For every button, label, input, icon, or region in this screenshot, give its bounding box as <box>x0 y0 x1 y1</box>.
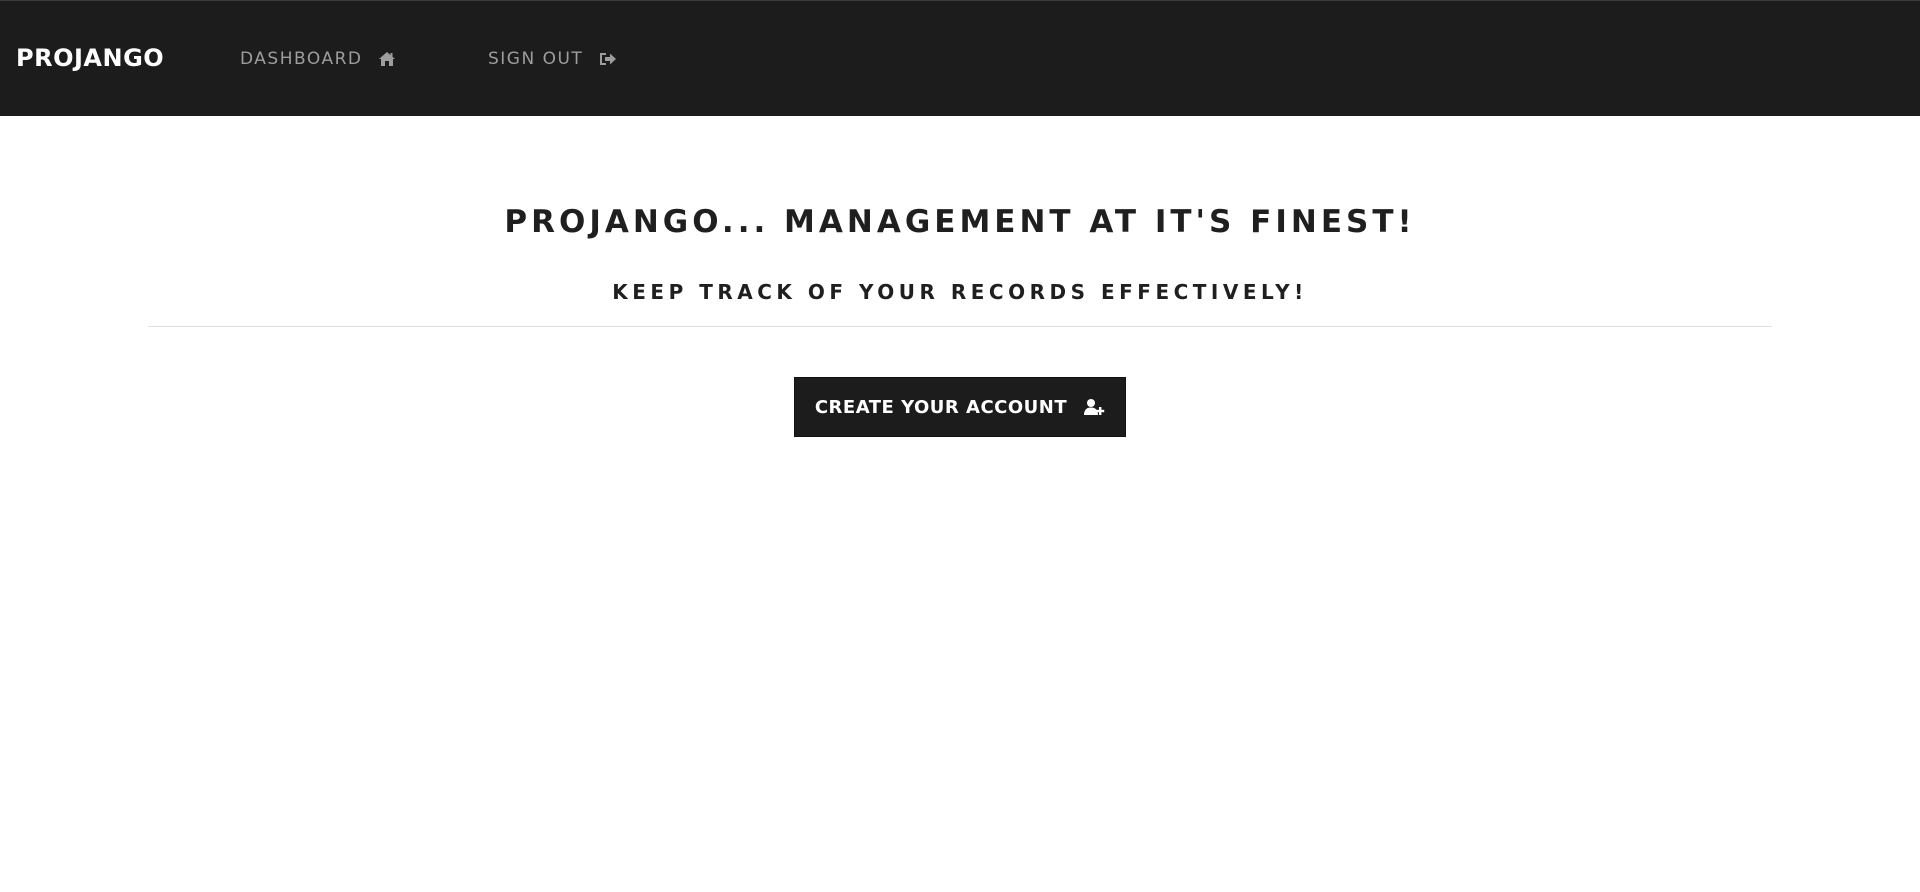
brand-logo-link[interactable]: PROJANGO <box>16 43 164 73</box>
divider <box>148 326 1772 327</box>
nav-dashboard-link[interactable]: DASHBOARD <box>240 49 396 69</box>
create-account-button[interactable]: CREATE YOUR ACCOUNT <box>794 377 1126 437</box>
top-navbar: PROJANGO DASHBOARD SIGN OUT <box>0 0 1920 116</box>
page-title: PROJANGO... MANAGEMENT AT IT'S FINEST! <box>504 204 1416 240</box>
nav-sign-out-label: SIGN OUT <box>488 49 584 69</box>
home-icon <box>378 51 396 67</box>
user-plus-icon <box>1083 398 1105 416</box>
sign-out-icon <box>599 51 617 67</box>
create-account-label: CREATE YOUR ACCOUNT <box>814 396 1068 418</box>
nav-dashboard-label: DASHBOARD <box>240 49 363 69</box>
nav-sign-out-link[interactable]: SIGN OUT <box>488 49 617 69</box>
page-subtitle: KEEP TRACK OF YOUR RECORDS EFFECTIVELY! <box>612 280 1308 304</box>
